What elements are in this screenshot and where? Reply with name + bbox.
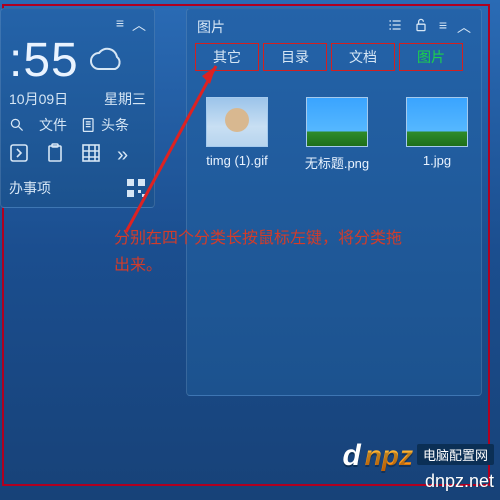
more-icon[interactable]: » — [117, 144, 128, 167]
grid-icon[interactable] — [81, 143, 101, 168]
clock-time: :55 — [9, 37, 79, 85]
tab-dir[interactable]: 目录 — [263, 43, 327, 71]
file-button[interactable]: 文件 — [39, 115, 67, 135]
thumbnail-grid: timg (1).gif 无标题.png 1.jpg — [193, 97, 475, 172]
tab-other[interactable]: 其它 — [195, 43, 259, 71]
search-button[interactable] — [9, 117, 25, 133]
watermark-sub: 电脑配置网 — [417, 444, 494, 465]
annotation-text: 分别在四个分类长按鼠标左键，将分类拖 出来。 — [114, 225, 484, 279]
weather-cloud-icon — [87, 41, 127, 81]
list-item[interactable]: 1.jpg — [399, 97, 475, 172]
list-item[interactable]: 无标题.png — [299, 97, 375, 172]
clipboard-icon[interactable] — [45, 143, 65, 168]
clock-weekday: 星期三 — [104, 89, 146, 109]
todo-label[interactable]: 办事项 — [9, 178, 51, 198]
clock-date: 10月09日 — [9, 89, 68, 109]
watermark-logo-rest: npz — [365, 440, 413, 472]
panel-title: 图片 — [197, 17, 225, 37]
thumbnail-icon — [306, 97, 368, 147]
thumbnail-label: timg (1).gif — [206, 153, 267, 168]
category-tabs: 其它 目录 文档 图片 — [193, 43, 475, 71]
list-view-icon[interactable] — [387, 17, 403, 37]
menu-icon[interactable]: ≡ — [116, 15, 124, 35]
collapse-icon[interactable]: ︿ — [132, 15, 146, 35]
watermark-logo-d: d — [342, 439, 360, 473]
watermark: d npz 电脑配置网 dnpz.net — [342, 439, 494, 492]
images-widget: 图片 ≡ ︿ 其它 目录 文档 图片 timg (1).gif 无标题.png — [186, 8, 482, 396]
news-button[interactable]: 头条 — [81, 115, 129, 135]
thumbnail-icon — [406, 97, 468, 147]
thumbnail-label: 无标题.png — [305, 153, 369, 172]
lock-icon[interactable] — [413, 17, 429, 37]
clock-widget: ≡ ︿ :55 10月09日 星期三 文件 头条 » 办事项 — [0, 8, 155, 208]
qr-icon[interactable] — [126, 178, 146, 198]
list-item[interactable]: timg (1).gif — [199, 97, 275, 172]
thumbnail-icon — [206, 97, 268, 147]
watermark-url: dnpz.net — [425, 471, 494, 492]
doc-icon — [81, 117, 97, 133]
annotation-line1: 分别在四个分类长按鼠标左键，将分类拖 — [114, 225, 484, 252]
panel-collapse-icon[interactable]: ︿ — [457, 17, 471, 37]
tab-image[interactable]: 图片 — [399, 43, 463, 71]
search-icon — [9, 117, 25, 133]
thumbnail-label: 1.jpg — [423, 153, 451, 168]
nav-next-icon[interactable] — [9, 143, 29, 168]
news-label: 头条 — [101, 115, 129, 135]
annotation-line2: 出来。 — [114, 252, 484, 279]
tab-doc[interactable]: 文档 — [331, 43, 395, 71]
panel-menu-icon[interactable]: ≡ — [439, 17, 447, 37]
